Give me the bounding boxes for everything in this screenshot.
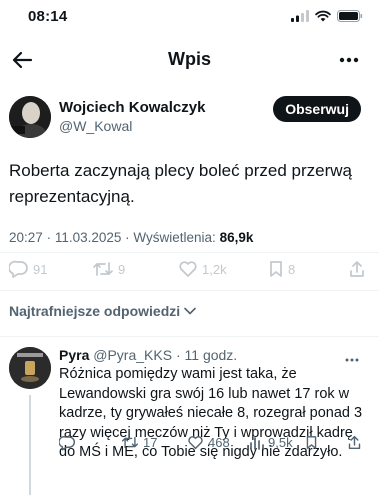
signal-icon — [291, 9, 309, 27]
bar-chart-icon — [250, 436, 264, 450]
divider — [0, 290, 379, 291]
reply-time: 11 godz. — [184, 347, 238, 363]
reply-button[interactable]: 91 — [9, 260, 47, 278]
reply-item[interactable]: Pyra @Pyra_KKS · 11 godz. Różnica pomięd… — [0, 345, 379, 495]
bookmark-icon — [270, 261, 282, 277]
like-count: 1,2k — [202, 261, 227, 277]
battery-icon — [337, 9, 363, 27]
replies-sort-selector[interactable]: Najtrafniejsze odpowiedzi — [9, 303, 196, 319]
retweet-icon — [121, 436, 139, 449]
divider — [0, 252, 379, 253]
status-time: 08:14 — [28, 8, 68, 25]
avatar[interactable] — [9, 96, 51, 138]
thread-line — [29, 395, 31, 495]
reply-actions: 17 468 9,5k — [59, 435, 369, 455]
heart-icon — [179, 261, 197, 277]
retweet-button[interactable]: 9 — [92, 260, 125, 278]
status-icons — [291, 9, 363, 27]
follow-button[interactable]: Obserwuj — [273, 96, 361, 122]
reply-author-handle[interactable]: @Pyra_KKS — [93, 347, 172, 363]
share-button[interactable] — [348, 260, 366, 278]
retweet-icon — [93, 262, 113, 276]
like-button[interactable]: 1,2k — [178, 260, 227, 278]
bookmark-icon — [306, 436, 317, 449]
reply-bookmark-button[interactable] — [305, 435, 318, 450]
reply-views-button[interactable]: 9,5k — [249, 435, 293, 450]
nav-bar: Wpis — [0, 40, 379, 80]
tweet-time: 20:27 — [9, 230, 43, 245]
reply-count: 91 — [33, 261, 48, 277]
author-handle[interactable]: @W_Kowal — [59, 118, 132, 134]
reply-icon — [59, 436, 75, 451]
reply-like-count: 468 — [208, 435, 230, 450]
tweet-text: Roberta zaczynają plecy boleć przed prze… — [9, 161, 353, 206]
views-label: Wyświetlenia: — [133, 230, 216, 245]
tweet-actions: 91 9 1,2k 8 — [0, 260, 379, 284]
reply-like-button[interactable]: 468 — [187, 435, 230, 450]
reply-views-count: 9,5k — [268, 435, 293, 450]
reply-header: Pyra @Pyra_KKS · 11 godz. — [59, 347, 237, 363]
chevron-down-icon — [184, 307, 196, 315]
meta-separator: · — [46, 230, 55, 245]
bookmark-button[interactable]: 8 — [268, 260, 295, 278]
reply-retweet-button[interactable]: 17 — [121, 435, 157, 450]
views-count[interactable]: 86,9k — [220, 230, 254, 245]
share-icon — [348, 435, 361, 450]
page-title: Wpis — [168, 49, 211, 69]
reply-icon — [9, 260, 28, 278]
more-options-button[interactable] — [335, 48, 363, 72]
tweet-author: Wojciech Kowalczyk @W_Kowal Obserwuj — [0, 92, 379, 140]
retweet-count: 9 — [118, 261, 126, 277]
more-horizontal-icon — [339, 57, 359, 63]
author-name[interactable]: Wojciech Kowalczyk — [59, 99, 205, 116]
reply-retweet-count: 17 — [143, 435, 158, 450]
reply-reply-button[interactable] — [59, 435, 76, 451]
bookmark-count: 8 — [288, 261, 296, 277]
tweet-date: 11.03.2025 — [54, 230, 122, 245]
wifi-icon — [315, 9, 331, 27]
divider — [0, 336, 379, 337]
tweet-meta: 20:27 · 11.03.2025 · Wyświetlenia: 86,9k — [9, 230, 253, 245]
more-horizontal-icon — [345, 358, 359, 362]
share-icon — [350, 261, 364, 277]
heart-icon — [188, 436, 203, 450]
sort-label: Najtrafniejsze odpowiedzi — [9, 303, 181, 319]
reply-avatar[interactable] — [9, 347, 51, 389]
reply-share-button[interactable] — [347, 435, 362, 450]
reply-author-name[interactable]: Pyra — [59, 347, 93, 363]
status-bar: 08:14 — [0, 0, 379, 36]
reply-separator: · — [172, 347, 185, 363]
